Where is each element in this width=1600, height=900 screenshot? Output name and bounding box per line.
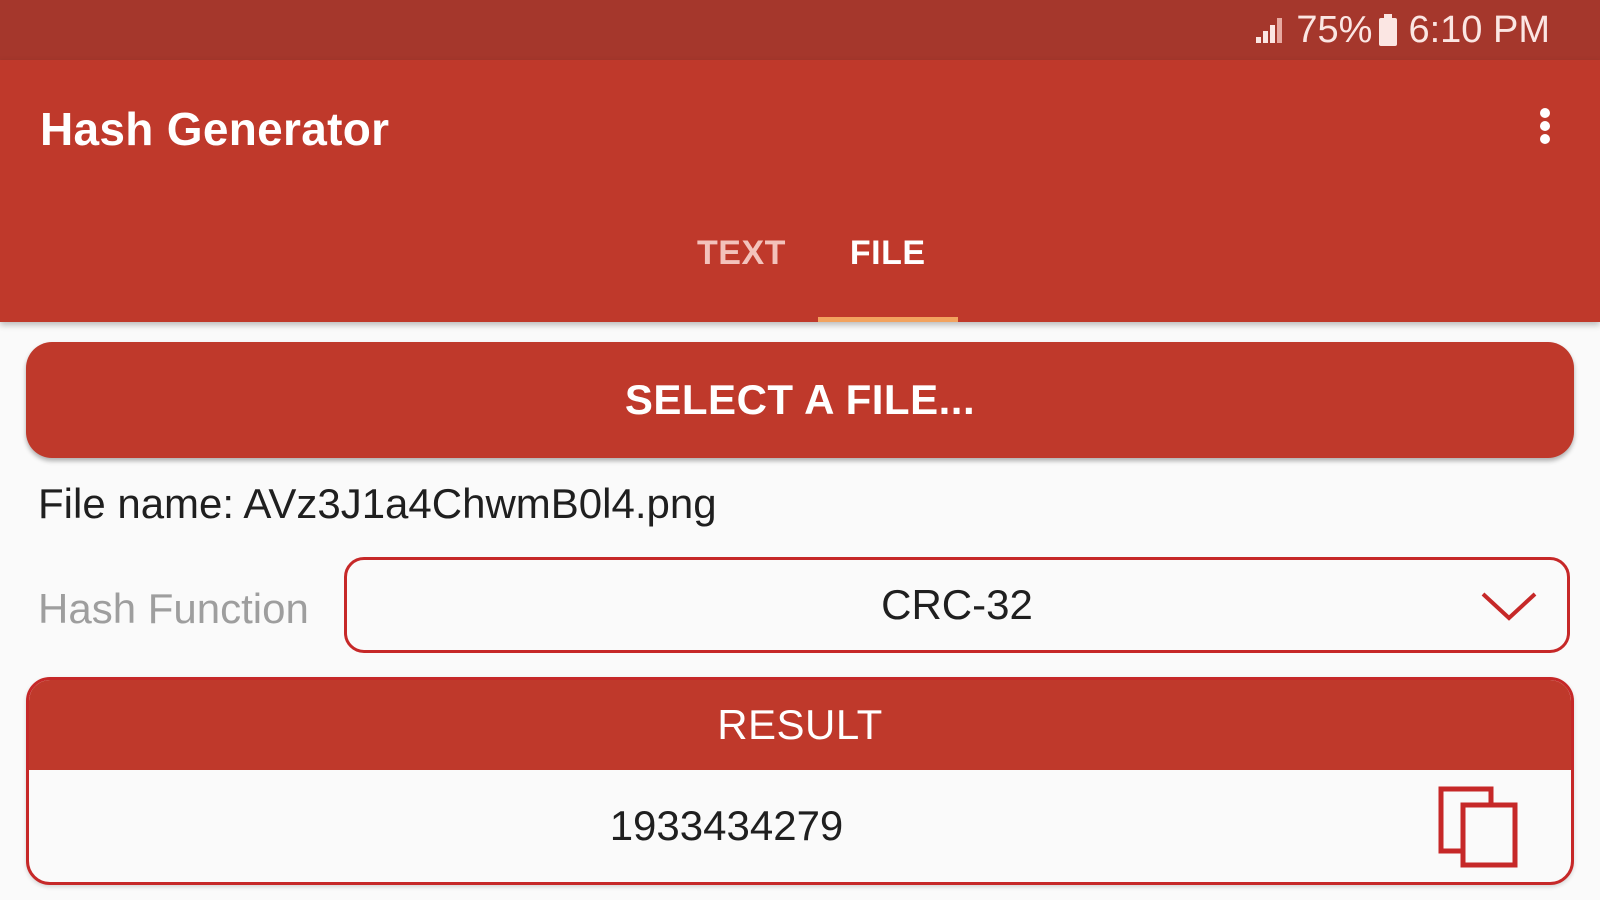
result-panel: RESULT 1933434279 bbox=[26, 677, 1574, 885]
menu-dot bbox=[1540, 121, 1550, 131]
tab-text-label: TEXT bbox=[697, 234, 786, 272]
battery-percent: 75% bbox=[1296, 8, 1373, 51]
menu-dot bbox=[1540, 108, 1550, 118]
status-indicators: 75% 6:10 PM bbox=[1254, 8, 1550, 52]
tab-file-label: FILE bbox=[849, 234, 926, 272]
battery-icon bbox=[1379, 14, 1398, 46]
select-file-button-label: SELECT A FILE... bbox=[624, 376, 976, 423]
file-name-text: File name: AVz3J1a4ChwmB0l4.png bbox=[38, 480, 717, 527]
result-value: 1933434279 bbox=[609, 802, 844, 849]
hash-function-label: Hash Function bbox=[38, 585, 309, 632]
clock: 6:10 PM bbox=[1408, 8, 1550, 51]
hash-function-value: CRC-32 bbox=[881, 581, 1033, 628]
copy-icon[interactable] bbox=[1437, 785, 1521, 869]
more-vert-icon[interactable] bbox=[1530, 100, 1560, 152]
tab-text[interactable]: TEXT bbox=[665, 220, 818, 322]
tab-file[interactable]: FILE bbox=[817, 220, 958, 322]
menu-dot bbox=[1540, 134, 1550, 144]
result-header: RESULT bbox=[29, 680, 1571, 770]
status-bar: 75% 6:10 PM bbox=[0, 0, 1600, 60]
chevron-down-icon bbox=[1481, 592, 1537, 621]
app-title: Hash Generator bbox=[40, 103, 390, 155]
select-file-button[interactable]: SELECT A FILE... bbox=[26, 342, 1574, 458]
active-tab-indicator bbox=[817, 317, 958, 322]
signal-icon bbox=[1256, 18, 1283, 43]
hash-function-select[interactable]: CRC-32 bbox=[344, 557, 1570, 653]
tab-bar: TEXT FILE bbox=[665, 220, 958, 322]
app-bar: Hash Generator TEXT FILE bbox=[0, 60, 1600, 322]
